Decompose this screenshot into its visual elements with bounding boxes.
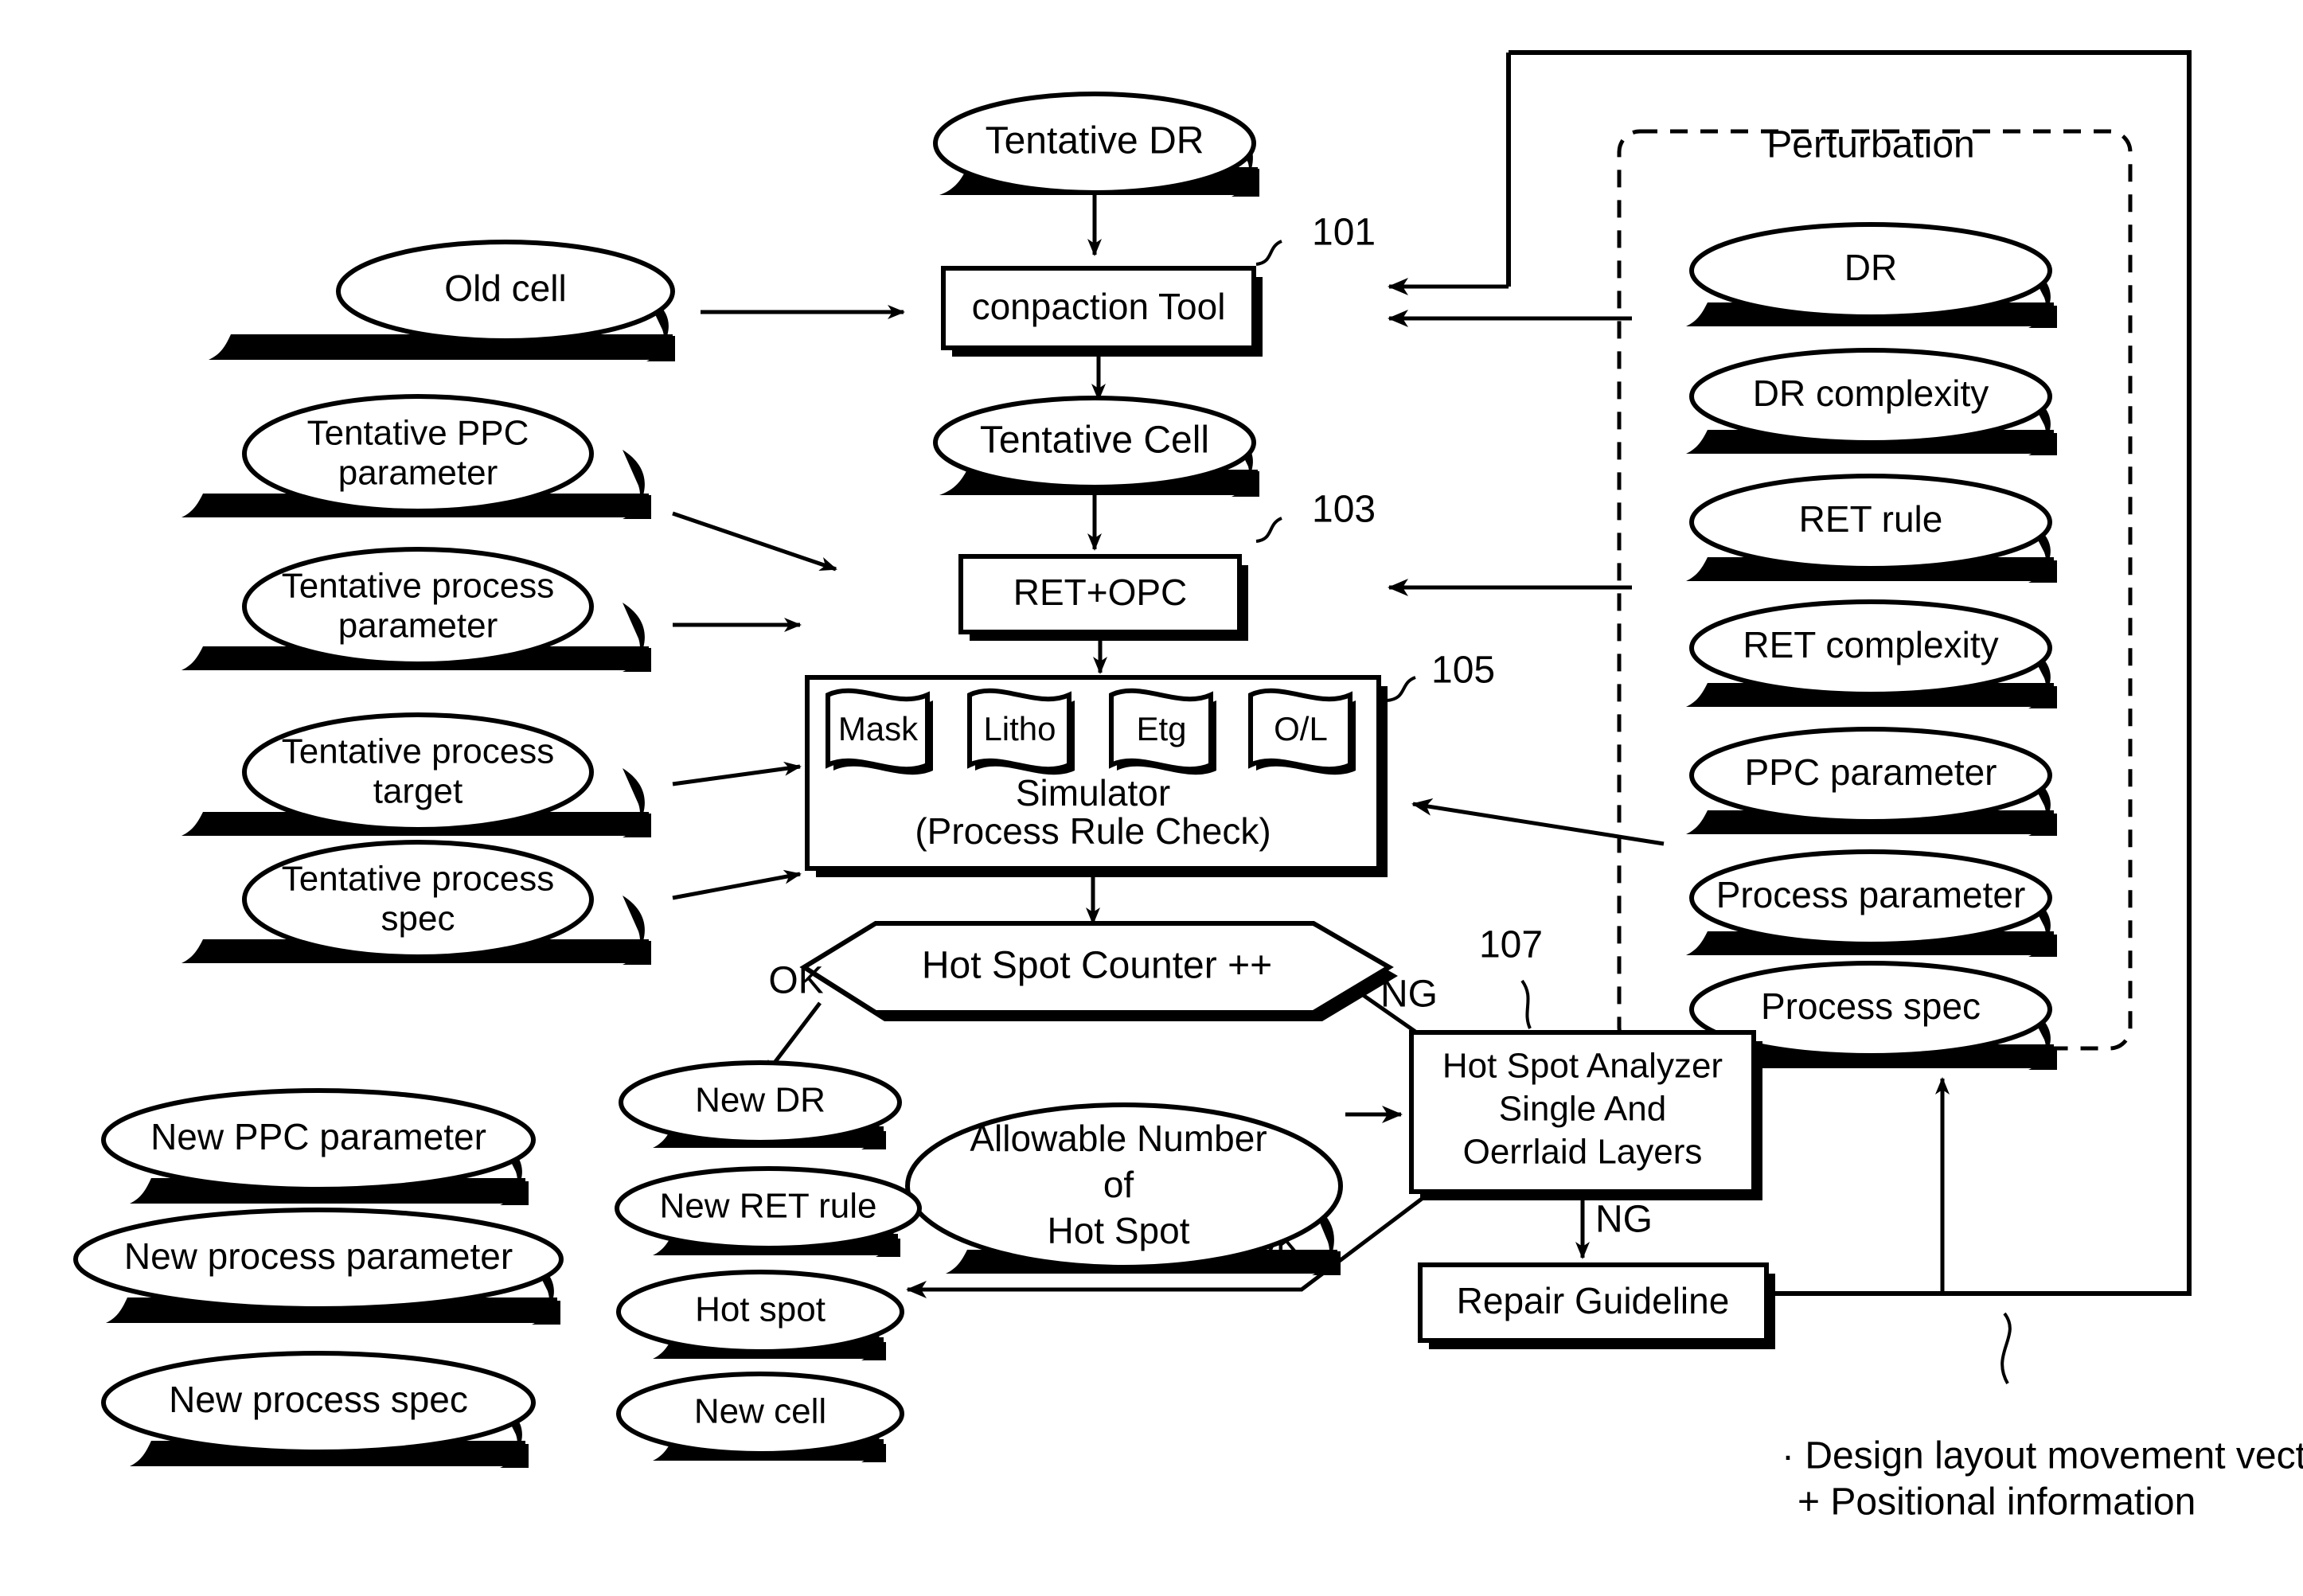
perturbation-node-process-parameter[interactable]: Process parameter: [1686, 849, 2057, 957]
analyzer-line2: Single And: [1499, 1090, 1666, 1129]
arrow-pert-to-simulator: [1411, 798, 1665, 846]
allowable-line2: of: [1103, 1164, 1134, 1205]
node-tentative-ppc-parameter[interactable]: Tentative PPC parameter: [182, 394, 651, 519]
simulator-tab-mask-label: Mask: [838, 710, 919, 747]
node-hot-spot-label: Hot spot: [695, 1290, 826, 1329]
node-new-ret-rule-label: New RET rule: [659, 1187, 876, 1226]
node-tentative-dr[interactable]: Tentative DR: [933, 92, 1259, 197]
node-tentative-cell[interactable]: Tentative Cell: [933, 396, 1259, 497]
leader-107: [1520, 979, 1532, 1029]
node-tentative-proc-target-l1: Tentative process: [282, 732, 554, 771]
node-new-cell[interactable]: New cell: [616, 1372, 904, 1462]
node-tentative-process-target[interactable]: Tentative process target: [182, 712, 651, 837]
node-hot-spot[interactable]: Hot spot: [616, 1270, 904, 1360]
node-hot-spot-counter[interactable]: Hot Spot Counter ++: [799, 921, 1398, 1021]
arrow-procspec-to-simulator: [672, 869, 802, 900]
node-new-process-spec[interactable]: New process spec: [101, 1351, 536, 1468]
leader-103: [1255, 517, 1282, 543]
decision-ok-label: OK: [768, 960, 823, 1002]
node-new-ret-rule[interactable]: New RET rule: [615, 1166, 922, 1257]
node-tentative-proc-spec-l1: Tentative process: [282, 860, 554, 899]
simulator-tab-ol-label: O/L: [1274, 710, 1328, 747]
node-new-ppc-parameter[interactable]: New PPC parameter: [101, 1088, 536, 1205]
simulator-tab-litho-label: Litho: [983, 710, 1056, 747]
perturbation-node-ret-rule[interactable]: RET rule: [1686, 474, 2057, 583]
simulator-tab-etg-label: Etg: [1136, 710, 1186, 747]
node-new-process-spec-label: New process spec: [169, 1379, 468, 1420]
node-tentative-process-spec[interactable]: Tentative process spec: [182, 840, 651, 965]
perturbation-title: Perturbation: [1766, 124, 1975, 166]
ref-107: 107: [1479, 924, 1543, 966]
node-new-process-parameter[interactable]: New process parameter: [73, 1208, 564, 1325]
arrow-ppc-to-simulator: [672, 511, 837, 572]
footnote-line2: + Positional information: [1798, 1481, 2196, 1524]
node-tentative-ppc-l2: parameter: [338, 454, 498, 493]
perturbation-node-ppc-parameter[interactable]: PPC parameter: [1686, 727, 2057, 836]
patent-figure-canvas: Perturbation Tentative DR 101 conpaction…: [0, 0, 2303, 1596]
node-new-ppc-parameter-label: New PPC parameter: [150, 1116, 486, 1157]
perturbation-node-ret-complexity[interactable]: RET complexity: [1686, 599, 2057, 708]
node-tentative-proc-param-l1: Tentative process: [282, 567, 554, 606]
node-ret-opc[interactable]: RET+OPC: [958, 554, 1248, 641]
node-tentative-cell-label: Tentative Cell: [980, 419, 1209, 462]
decision-ng-label: NG: [1380, 974, 1438, 1016]
arrow-proctarget-to-simulator: [672, 761, 802, 786]
simulator-tab-litho[interactable]: Litho: [967, 688, 1075, 775]
node-hot-spot-counter-label: Hot Spot Counter ++: [922, 945, 1272, 987]
flowchart-svg: Perturbation Tentative DR 101 conpaction…: [73, 50, 2303, 1524]
simulator-tab-ol[interactable]: O/L: [1248, 688, 1356, 775]
node-tentative-process-parameter[interactable]: Tentative process parameter: [182, 547, 651, 672]
perturbation-node-process-spec-label: Process spec: [1761, 985, 1981, 1027]
analyzer-line3: Oerrlaid Layers: [1463, 1133, 1703, 1172]
simulator-tab-etg[interactable]: Etg: [1109, 688, 1216, 775]
leader-101: [1255, 240, 1282, 266]
leader-105: [1386, 676, 1416, 702]
node-compaction-tool[interactable]: conpaction Tool: [941, 266, 1263, 357]
node-new-cell-label: New cell: [694, 1392, 826, 1431]
allowable-line3: Hot Spot: [1048, 1210, 1190, 1251]
node-simulator[interactable]: Mask Litho Etg O/L Simulator (Process Ru…: [805, 675, 1388, 877]
node-new-dr-label: New DR: [695, 1081, 826, 1120]
perturbation-node-ret-rule-label: RET rule: [1799, 498, 1943, 540]
allowable-line1: Allowable Number: [970, 1118, 1267, 1159]
analyzer-line1: Hot Spot Analyzer: [1442, 1047, 1723, 1086]
node-tentative-ppc-l1: Tentative PPC: [307, 414, 529, 453]
node-tentative-proc-target-l2: target: [373, 772, 463, 811]
simulator-title: Simulator: [1016, 772, 1170, 814]
perturbation-node-dr[interactable]: DR: [1686, 222, 2057, 328]
node-repair-guideline-label: Repair Guideline: [1457, 1280, 1730, 1321]
node-new-dr[interactable]: New DR: [619, 1060, 902, 1149]
perturbation-node-ret-complexity-label: RET complexity: [1743, 624, 1998, 665]
perturbation-node-ppc-parameter-label: PPC parameter: [1744, 751, 1997, 793]
node-compaction-tool-label: conpaction Tool: [972, 286, 1226, 327]
footnote-curly-leader: [2000, 1312, 2012, 1385]
node-ret-opc-label: RET+OPC: [1013, 572, 1188, 613]
node-tentative-dr-label: Tentative DR: [986, 120, 1204, 162]
perturbation-node-process-parameter-label: Process parameter: [1716, 874, 2026, 915]
node-old-cell[interactable]: Old cell: [209, 240, 675, 361]
ref-101: 101: [1312, 212, 1376, 254]
node-new-process-parameter-label: New process parameter: [124, 1235, 513, 1277]
node-repair-guideline[interactable]: Repair Guideline: [1418, 1262, 1775, 1349]
ref-103: 103: [1312, 489, 1376, 531]
perturbation-node-dr-complexity-label: DR complexity: [1753, 373, 1989, 414]
node-hot-spot-analyzer[interactable]: Hot Spot Analyzer Single And Oerrlaid La…: [1409, 1030, 1762, 1200]
simulator-tab-mask[interactable]: Mask: [826, 688, 933, 775]
node-tentative-proc-param-l2: parameter: [338, 607, 498, 646]
simulator-subtitle: (Process Rule Check): [915, 810, 1271, 852]
node-old-cell-label: Old cell: [444, 267, 566, 309]
analyzer-ng-label: NG: [1595, 1199, 1653, 1241]
footnote-line1: · Design layout movement vector: [1782, 1435, 2303, 1477]
node-tentative-proc-spec-l2: spec: [381, 899, 455, 938]
perturbation-node-dr-label: DR: [1844, 247, 1897, 288]
ref-105: 105: [1431, 650, 1495, 692]
perturbation-node-dr-complexity[interactable]: DR complexity: [1686, 348, 2057, 455]
